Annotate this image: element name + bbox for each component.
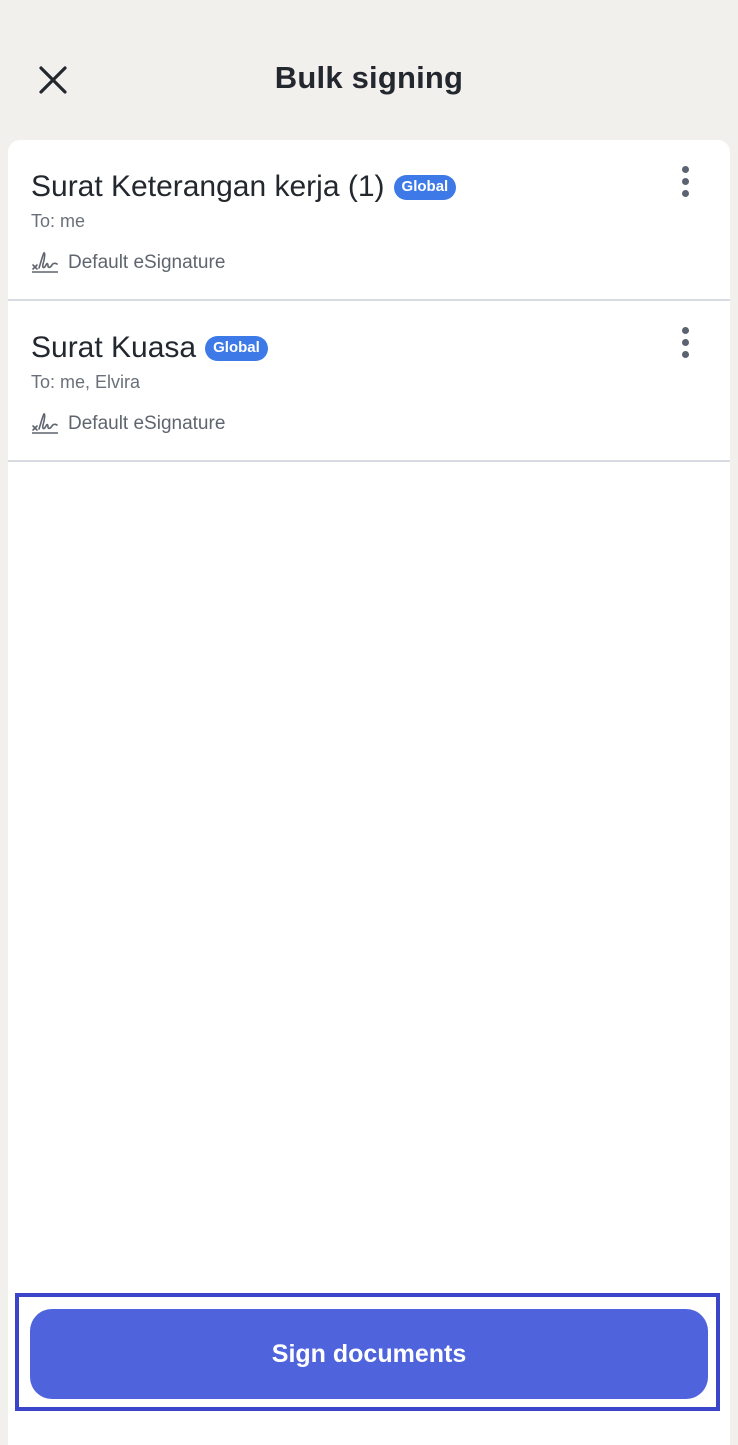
document-item[interactable]: Surat Keterangan kerja (1) Global To: me…	[8, 140, 730, 301]
signature-icon	[32, 413, 58, 434]
more-options-button[interactable]	[662, 319, 708, 365]
more-options-button[interactable]	[662, 158, 708, 204]
document-recipients: To: me	[31, 211, 86, 231]
page-title: Bulk signing	[274, 60, 464, 95]
document-title: Surat Kuasa	[31, 331, 197, 364]
signature-icon	[32, 252, 58, 273]
document-item[interactable]: Surat Kuasa Global To: me, Elvira Defaul…	[8, 301, 730, 462]
signature-row: Default eSignature	[31, 411, 225, 437]
global-badge: Global	[205, 335, 268, 361]
more-vertical-icon	[681, 326, 689, 334]
document-recipients: To: me, Elvira	[31, 372, 141, 392]
document-list: Surat Keterangan kerja (1) Global To: me…	[8, 140, 730, 1445]
signature-label: Default eSignature	[68, 252, 226, 273]
header: Bulk signing	[0, 0, 738, 140]
document-title-row: Surat Kuasa Global	[31, 331, 268, 365]
global-badge: Global	[393, 174, 457, 200]
more-vertical-icon	[681, 165, 689, 173]
sign-documents-button[interactable]: Sign documents	[30, 1309, 708, 1399]
document-title-row: Surat Keterangan kerja (1) Global	[31, 170, 457, 204]
signature-row: Default eSignature	[31, 250, 225, 276]
document-title: Surat Keterangan kerja (1)	[31, 170, 385, 203]
signature-label: Default eSignature	[68, 413, 226, 434]
